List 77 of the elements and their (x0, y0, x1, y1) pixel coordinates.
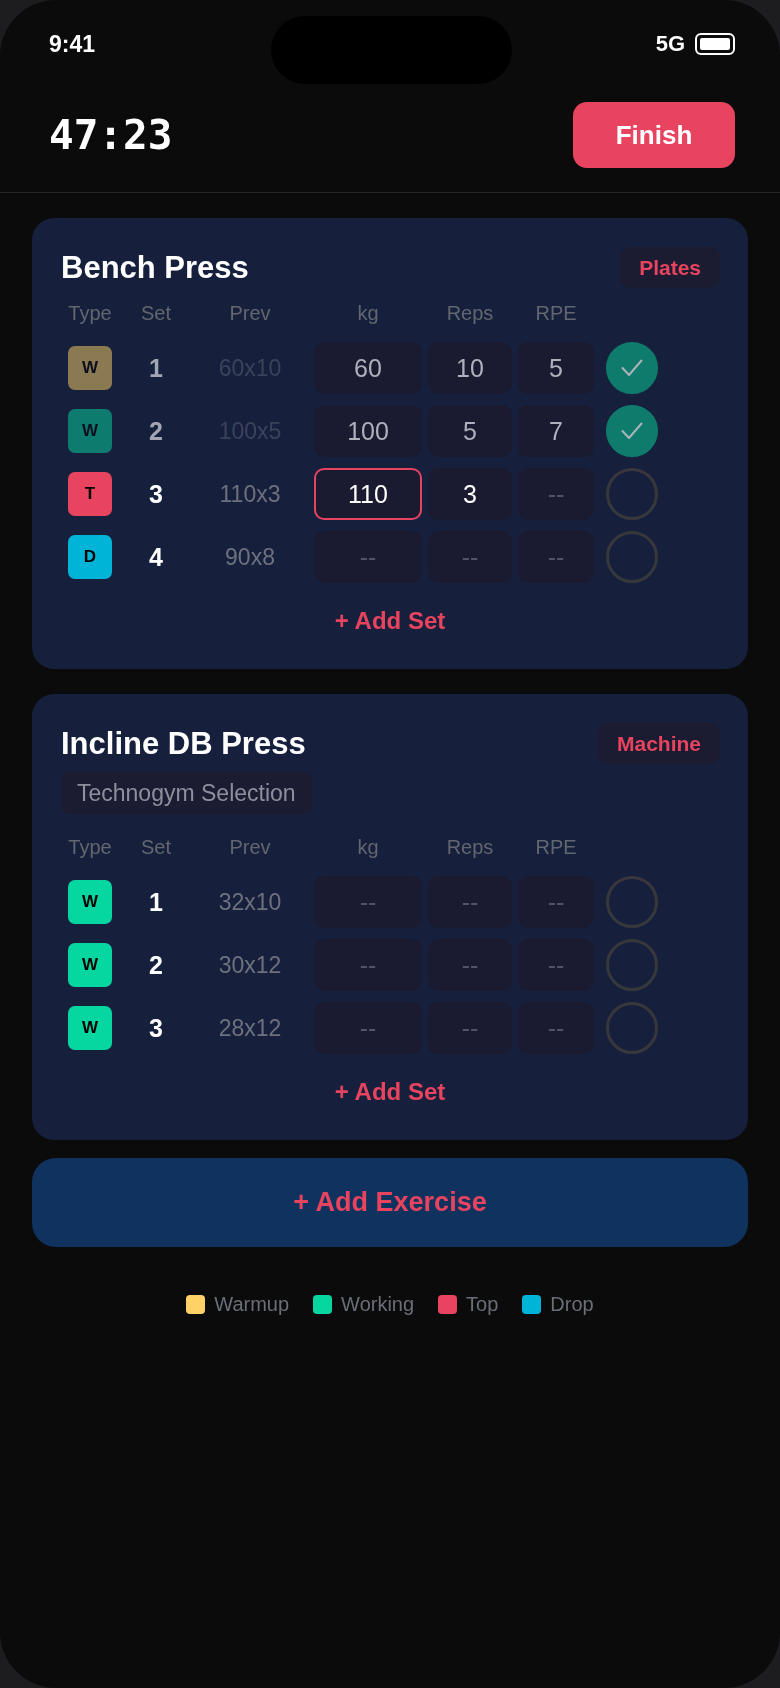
reps-input[interactable]: -- (428, 876, 512, 928)
legend-label: Working (341, 1292, 415, 1316)
column-header: Type (68, 302, 112, 324)
set-number: 4 (149, 542, 163, 572)
column-header: kg (357, 836, 379, 858)
column-header: Type (68, 836, 112, 858)
weight-input[interactable]: 60 (314, 342, 422, 394)
equipment-tag[interactable]: Machine (597, 723, 720, 764)
legend-label: Top (466, 1292, 499, 1316)
legend-label: Drop (550, 1292, 594, 1316)
set-type-badge[interactable]: D (68, 535, 112, 579)
reps-input[interactable]: -- (428, 939, 512, 991)
weight-input[interactable]: -- (314, 876, 422, 928)
rpe-input[interactable]: -- (518, 939, 594, 991)
set-done-toggle[interactable] (606, 939, 658, 991)
reps-input[interactable]: 10 (428, 342, 512, 394)
rpe-input[interactable]: -- (518, 531, 594, 583)
column-header: RPE (535, 836, 577, 858)
previous-set: 90x8 (225, 543, 275, 571)
column-header: kg (357, 302, 379, 324)
equipment-tag[interactable]: Plates (620, 247, 720, 288)
set-done-toggle[interactable] (606, 876, 658, 928)
weight-input[interactable]: 110 (314, 468, 422, 520)
exercise-title: Incline DB Press (61, 725, 306, 763)
set-done-toggle[interactable] (606, 531, 658, 583)
set-number: 1 (149, 887, 163, 917)
checkmark-icon (621, 359, 643, 377)
rpe-input[interactable]: -- (518, 876, 594, 928)
network-label: 5G (655, 31, 685, 57)
previous-set: 30x12 (218, 951, 282, 979)
rpe-input[interactable]: 7 (518, 405, 594, 457)
rpe-input[interactable]: 5 (518, 342, 594, 394)
previous-set: 110x3 (219, 480, 281, 508)
set-number: 3 (149, 1013, 163, 1043)
set-type-badge[interactable]: W (68, 880, 112, 924)
column-header: Prev (229, 302, 271, 324)
set-type-badge[interactable]: W (68, 409, 112, 453)
rpe-input[interactable]: -- (518, 468, 594, 520)
battery-icon (695, 33, 735, 55)
weight-input[interactable]: 100 (314, 405, 422, 457)
workout-timer: 47:23 (49, 110, 173, 160)
set-done-toggle[interactable] (606, 342, 658, 394)
previous-set: 32x10 (218, 888, 282, 916)
set-done-toggle[interactable] (606, 405, 658, 457)
add-set-button[interactable]: + Add Set (334, 607, 446, 635)
column-header: Prev (229, 836, 271, 858)
column-header: Set (141, 836, 171, 858)
set-done-toggle[interactable] (606, 1002, 658, 1054)
status-time: 9:41 (49, 30, 96, 58)
reps-input[interactable]: 5 (428, 405, 512, 457)
set-number: 2 (149, 416, 163, 446)
set-type-badge[interactable]: W (68, 346, 112, 390)
weight-input[interactable]: -- (314, 1002, 422, 1054)
exercise-title: Bench Press (61, 249, 249, 287)
add-set-button[interactable]: + Add Set (334, 1078, 446, 1106)
reps-input[interactable]: -- (428, 1002, 512, 1054)
rpe-input[interactable]: -- (518, 1002, 594, 1054)
set-number: 2 (149, 950, 163, 980)
checkmark-icon (621, 422, 643, 440)
set-done-toggle[interactable] (606, 468, 658, 520)
set-number: 1 (149, 353, 163, 383)
column-header: Set (141, 302, 171, 324)
finish-button[interactable]: Finish (573, 102, 735, 168)
set-type-badge[interactable]: W (68, 1006, 112, 1050)
set-type-badge[interactable]: W (68, 943, 112, 987)
weight-input[interactable]: -- (314, 939, 422, 991)
reps-input[interactable]: 3 (428, 468, 512, 520)
machine-model-chip: Technogym Selection (61, 772, 312, 814)
column-header: RPE (535, 302, 577, 324)
column-header: Reps (446, 302, 494, 324)
previous-set: 28x12 (218, 1014, 282, 1042)
set-number: 3 (149, 479, 163, 509)
reps-input[interactable]: -- (428, 531, 512, 583)
set-type-badge[interactable]: T (68, 472, 112, 516)
weight-input[interactable]: -- (314, 531, 422, 583)
column-header: Reps (446, 836, 494, 858)
legend-label: Warmup (214, 1292, 290, 1316)
